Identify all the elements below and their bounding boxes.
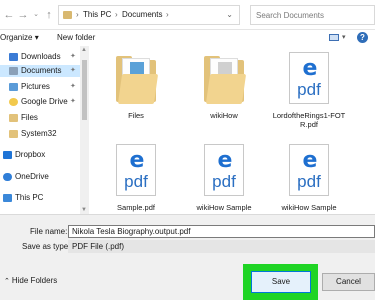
chevron-down-icon[interactable]: ▾	[342, 33, 346, 41]
forward-arrow-icon[interactable]: →	[17, 9, 29, 21]
sidebar-scrollbar[interactable]: ▲ ▼	[80, 46, 89, 214]
folder-icon	[204, 56, 247, 104]
recent-dropdown-icon[interactable]: ⌄	[30, 9, 42, 21]
breadcrumb-documents[interactable]: Documents	[122, 10, 162, 19]
save-as-type-label: Save as type	[22, 242, 69, 251]
search-placeholder: Search Documents	[256, 11, 325, 20]
file-name-field[interactable]: Nikola Tesla Biography.output.pdf	[68, 225, 375, 238]
folder-icon	[63, 11, 72, 19]
pdf-file-icon: e pdf	[289, 144, 329, 196]
edge-logo-icon: e	[217, 148, 233, 173]
chevron-up-icon: ⌃	[4, 278, 10, 285]
folder-icon	[116, 56, 159, 104]
up-arrow-icon[interactable]: ↑	[43, 9, 55, 21]
file-item-wikihow-sample-1[interactable]: e pdf wikiHow Sample	[186, 140, 262, 220]
help-icon[interactable]: ?	[357, 32, 368, 43]
breadcrumb[interactable]: › This PC › Documents › ⌄	[58, 5, 240, 25]
file-item-wikihow-sample-2[interactable]: e pdf wikiHow Sample	[271, 140, 347, 220]
scrollbar-thumb[interactable]	[82, 60, 87, 120]
computer-icon	[3, 194, 12, 202]
folder-icon	[9, 130, 18, 138]
sidebar-item-documents[interactable]: Documents ✦	[0, 65, 80, 77]
chevron-down-icon[interactable]: ⌄	[226, 10, 233, 19]
google-drive-icon	[9, 98, 18, 106]
sidebar-item-this-pc[interactable]: This PC	[0, 192, 80, 204]
sidebar-item-files[interactable]: Files	[0, 112, 80, 124]
file-name: LordoftheRings1-FOTR.pdf	[272, 111, 346, 129]
pdf-file-icon: e pdf	[289, 52, 329, 104]
file-item-lotr-pdf[interactable]: e pdf LordoftheRings1-FOTR.pdf	[271, 48, 347, 129]
breadcrumb-this-pc[interactable]: This PC	[83, 10, 111, 19]
onedrive-icon	[3, 173, 12, 181]
file-name-label: File name:	[30, 227, 68, 236]
sidebar-item-downloads[interactable]: Downloads ✦	[0, 51, 80, 63]
file-name: wikiHow Sample	[196, 203, 252, 212]
file-list: Files wikiHow e pdf LordoftheRings1-FOTR…	[91, 46, 375, 214]
documents-folder-icon	[9, 67, 18, 75]
search-input[interactable]: Search Documents	[250, 5, 375, 25]
pin-icon: ✦	[70, 67, 76, 74]
pdf-file-icon: e pdf	[116, 144, 156, 196]
file-name: wikiHow	[210, 111, 238, 120]
scroll-up-icon[interactable]: ▲	[81, 47, 87, 53]
file-item-sample-pdf[interactable]: e pdf Sample.pdf	[98, 140, 174, 220]
new-folder-button[interactable]: New folder	[57, 33, 95, 42]
toolbar: Organize ▾ New folder ▾ ?	[0, 30, 375, 46]
pin-icon: ✦	[70, 83, 76, 90]
edge-logo-icon: e	[129, 148, 145, 173]
folder-icon	[9, 114, 18, 122]
pin-icon: ✦	[70, 98, 76, 105]
sidebar-item-google-drive[interactable]: Google Drive ✦	[0, 96, 80, 108]
back-arrow-icon[interactable]: ←	[3, 9, 15, 21]
scroll-down-icon[interactable]: ▼	[81, 207, 87, 213]
sidebar-item-dropbox[interactable]: Dropbox	[0, 149, 80, 161]
address-bar: ← → ⌄ ↑ › This PC › Documents › ⌄ Search…	[0, 0, 375, 30]
sidebar-item-onedrive[interactable]: OneDrive	[0, 171, 80, 183]
save-form: File name: Nikola Tesla Biography.output…	[0, 214, 375, 300]
hide-folders-button[interactable]: ⌃ Hide Folders	[4, 276, 57, 285]
navigation-pane: Downloads ✦ Documents ✦ Pictures ✦ Googl…	[0, 46, 90, 214]
file-item-files[interactable]: Files	[98, 48, 174, 128]
dropbox-icon	[3, 151, 12, 159]
file-item-wikihow[interactable]: wikiHow	[186, 48, 262, 128]
save-button[interactable]: Save	[251, 271, 311, 293]
file-name: Files	[128, 111, 144, 120]
download-folder-icon	[9, 53, 18, 61]
refresh-icon[interactable]	[240, 5, 248, 25]
pdf-file-icon: e pdf	[204, 144, 244, 196]
pictures-folder-icon	[9, 83, 18, 91]
organize-button[interactable]: Organize ▾	[0, 33, 39, 42]
save-as-type-select[interactable]: PDF File (.pdf)	[68, 240, 375, 253]
view-options-icon[interactable]	[329, 34, 339, 41]
file-name: Sample.pdf	[117, 203, 155, 212]
sidebar-item-system32[interactable]: System32	[0, 128, 80, 140]
sidebar-item-pictures[interactable]: Pictures ✦	[0, 81, 80, 93]
edge-logo-icon: e	[302, 56, 318, 81]
edge-logo-icon: e	[302, 148, 318, 173]
file-name: wikiHow Sample	[281, 203, 337, 212]
pin-icon: ✦	[70, 53, 76, 60]
cancel-button[interactable]: Cancel	[322, 273, 375, 291]
